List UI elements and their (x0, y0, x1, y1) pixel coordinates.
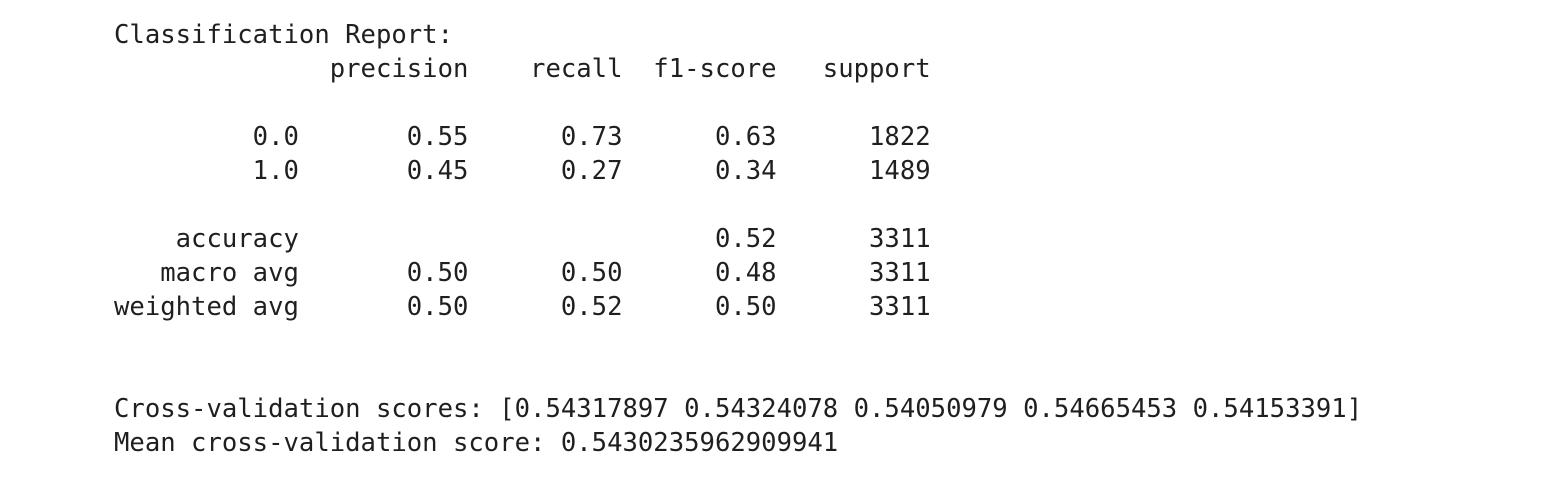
cv-scores-line: Cross-validation scores: [0.54317897 0.5… (114, 394, 1363, 424)
report-row-accuracy: accuracy 0.52 3311 (114, 224, 931, 254)
report-row-class-0: 0.0 0.55 0.73 0.63 1822 (114, 122, 931, 152)
report-row-weighted-avg: weighted avg 0.50 0.52 0.50 3311 (114, 292, 931, 322)
report-header-row: precision recall f1-score support (114, 54, 931, 84)
cv-mean-line: Mean cross-validation score: 0.543023596… (114, 428, 839, 458)
report-row-macro-avg: macro avg 0.50 0.50 0.48 3311 (114, 258, 931, 288)
report-title: Classification Report: (114, 20, 453, 50)
console-output: Classification Report: precision recall … (114, 18, 1362, 460)
report-row-class-1: 1.0 0.45 0.27 0.34 1489 (114, 156, 931, 186)
